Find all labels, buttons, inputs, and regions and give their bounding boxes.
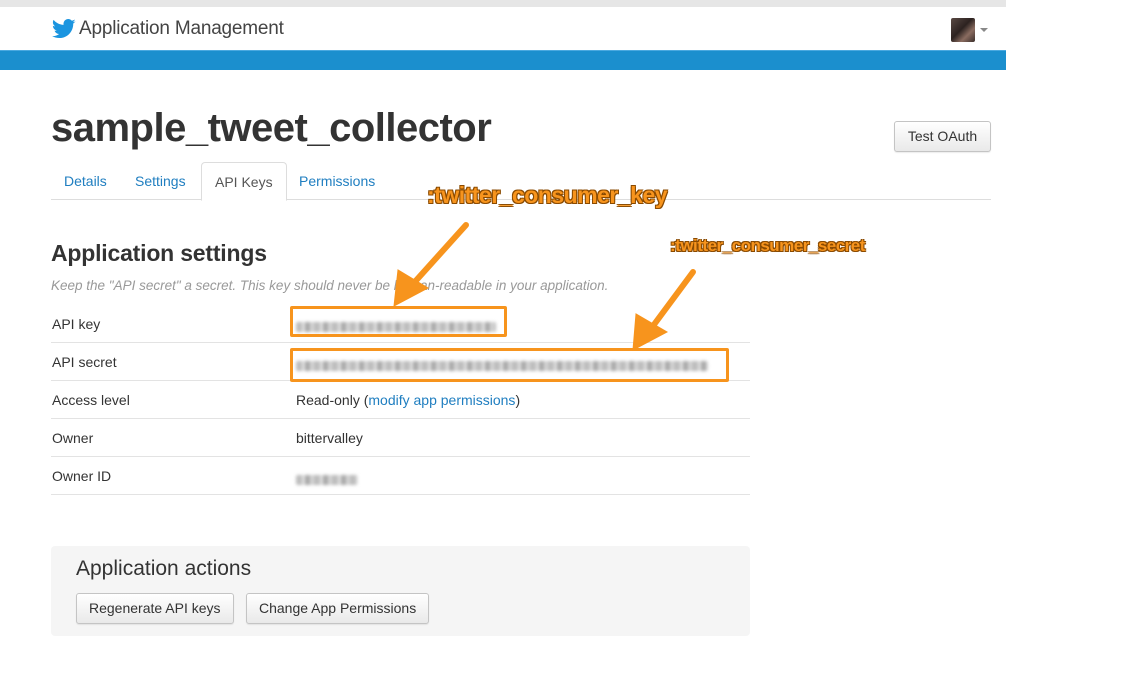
row-label: API secret (52, 354, 117, 370)
row-owner-id: Owner ID (51, 457, 750, 495)
access-level-value: Read-only (modify app permissions) (296, 392, 520, 408)
consumer-secret-highlight (290, 348, 729, 382)
access-level-suffix: ) (515, 392, 521, 408)
tab-api-keys[interactable]: API Keys (201, 162, 287, 201)
account-menu[interactable] (951, 18, 988, 42)
chevron-down-icon (980, 28, 988, 32)
page-title: sample_tweet_collector (51, 106, 492, 150)
modify-app-permissions-link[interactable]: modify app permissions (368, 392, 515, 408)
consumer-key-annotation: :twitter_consumer_key (427, 182, 668, 208)
access-level-text: Read-only ( (296, 392, 369, 408)
actions-title: Application actions (76, 557, 252, 580)
application-actions-panel: Application actions Regenerate API keys … (51, 546, 750, 636)
row-label: Access level (52, 392, 130, 408)
test-oauth-button[interactable]: Test OAuth (894, 121, 991, 152)
regenerate-api-keys-button[interactable]: Regenerate API keys (76, 593, 234, 624)
tab-details[interactable]: Details (51, 162, 120, 200)
twitter-bird-icon (52, 19, 76, 38)
tab-settings[interactable]: Settings (122, 162, 199, 200)
consumer-key-highlight (290, 306, 507, 337)
consumer-secret-annotation: :twitter_consumer_secret (670, 236, 865, 255)
top-navbar: Application Management (0, 0, 1006, 50)
section-note: Keep the "API secret" a secret. This key… (51, 278, 609, 293)
brand-bar (0, 50, 1006, 70)
row-label: Owner (52, 430, 94, 446)
change-app-permissions-button[interactable]: Change App Permissions (246, 593, 430, 624)
owner-value: bittervalley (296, 430, 363, 446)
row-access-level: Access level Read-only (modify app permi… (51, 381, 750, 419)
brand[interactable]: Application Management (52, 18, 284, 40)
section-title: Application settings (51, 240, 267, 266)
avatar[interactable] (951, 18, 975, 42)
row-label: Owner ID (52, 468, 112, 484)
row-label: API key (52, 316, 101, 332)
row-owner: Owner bittervalley (51, 419, 750, 457)
app-management-title: Application Management (79, 18, 284, 39)
tab-permissions[interactable]: Permissions (286, 162, 388, 200)
application-management-page: Application Management sample_tweet_coll… (0, 0, 1006, 678)
owner-id-value (296, 472, 358, 488)
